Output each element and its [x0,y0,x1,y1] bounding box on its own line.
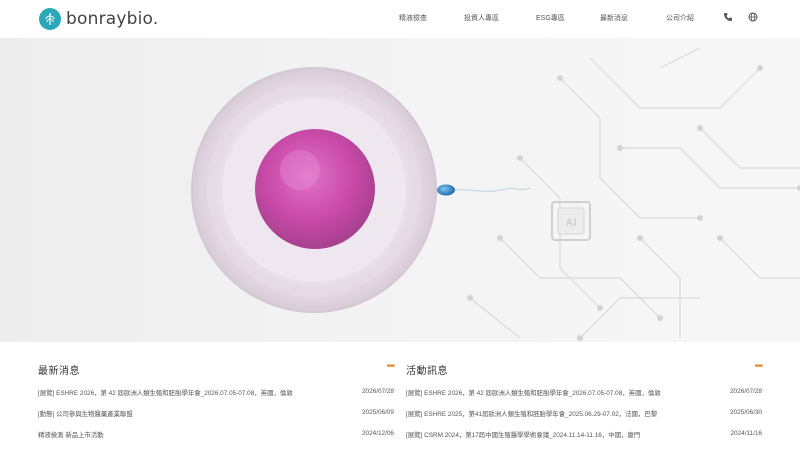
event-row[interactable]: [展覽] ESHRE 2025，第41屆歐洲人類生殖和胚胎學年會_2025.06… [406,409,762,421]
event-row-title: [展覽] ESHRE 2025，第41屆歐洲人類生殖和胚胎學年會_2025.06… [406,411,658,418]
event-row-title: [展覽] ESHRE 2026，第 42 屆歐洲人類生殖和胚胎學年會_2026.… [406,390,661,397]
nav-investors[interactable]: 投資人專區 [464,13,499,23]
events-more-button[interactable]: ••• [754,362,762,372]
main-nav: 精液檢查 投資人專區 ESG專區 最新消息 公司介紹 [0,13,800,27]
egg-cell-illustration [191,67,437,313]
event-row-date: 2026/07/28 [730,388,762,395]
site-header: bonraybio. 精液檢查 投資人專區 ESG專區 最新消息 公司介紹 [0,0,800,38]
news-row-date: 2024/12/06 [362,430,394,437]
latest-news-header: 最新消息 ••• [38,361,395,378]
event-row[interactable]: [展覽] CSRM 2024，第17屆中國生殖醫學學術會議_2024.11.14… [406,430,762,442]
news-row-date: 2026/07/28 [362,388,394,395]
hero-banner: AI [0,38,800,342]
news-row-title: [動態] 公司參與生物醫藥產業聯盟 [38,411,133,418]
events-section: 活動訊息 ••• [展覽] ESHRE 2026，第 42 屆歐洲人類生殖和胚胎… [406,342,766,450]
nav-semen-test[interactable]: 精液檢查 [399,13,427,23]
hero-illustration: AI [191,47,800,341]
event-row-date: 2024/11/16 [730,430,762,437]
nav-news[interactable]: 最新消息 [600,13,628,23]
nav-about[interactable]: 公司介紹 [666,13,694,23]
news-row-date: 2025/06/09 [362,409,394,416]
event-row[interactable]: [展覽] ESHRE 2026，第 42 屆歐洲人類生殖和胚胎學年會_2026.… [406,388,762,400]
events-header: 活動訊息 ••• [406,361,763,378]
ai-chip-label: AI [566,217,577,229]
news-row-title: 精液檢測 新品上市活動 [38,432,104,439]
news-row-title: [展覽] ESHRE 2026，第 42 屆歐洲人類生殖和胚胎學年會_2026.… [38,390,293,397]
latest-news-more-button[interactable]: ••• [386,362,394,372]
phone-icon[interactable] [723,12,733,22]
news-row[interactable]: 精液檢測 新品上市活動 2024/12/06 [38,430,394,442]
news-row[interactable]: [動態] 公司參與生物醫藥產業聯盟 2025/06/09 [38,409,394,421]
news-row[interactable]: [展覽] ESHRE 2026，第 42 屆歐洲人類生殖和胚胎學年會_2026.… [38,388,394,400]
ai-chip-icon: AI [551,201,591,241]
sperm-illustration [437,184,531,196]
circuit-nodes [467,65,800,341]
circuit-pattern [469,47,800,339]
globe-icon[interactable] [748,12,758,22]
nav-esg[interactable]: ESG專區 [536,13,565,23]
latest-news-title: 最新消息 [38,366,80,377]
events-title: 活動訊息 [406,366,448,377]
event-row-date: 2025/06/30 [730,409,762,416]
event-row-title: [展覽] CSRM 2024，第17屆中國生殖醫學學術會議_2024.11.14… [406,432,641,439]
latest-news-section: 最新消息 ••• [展覽] ESHRE 2026，第 42 屆歐洲人類生殖和胚胎… [38,342,398,450]
